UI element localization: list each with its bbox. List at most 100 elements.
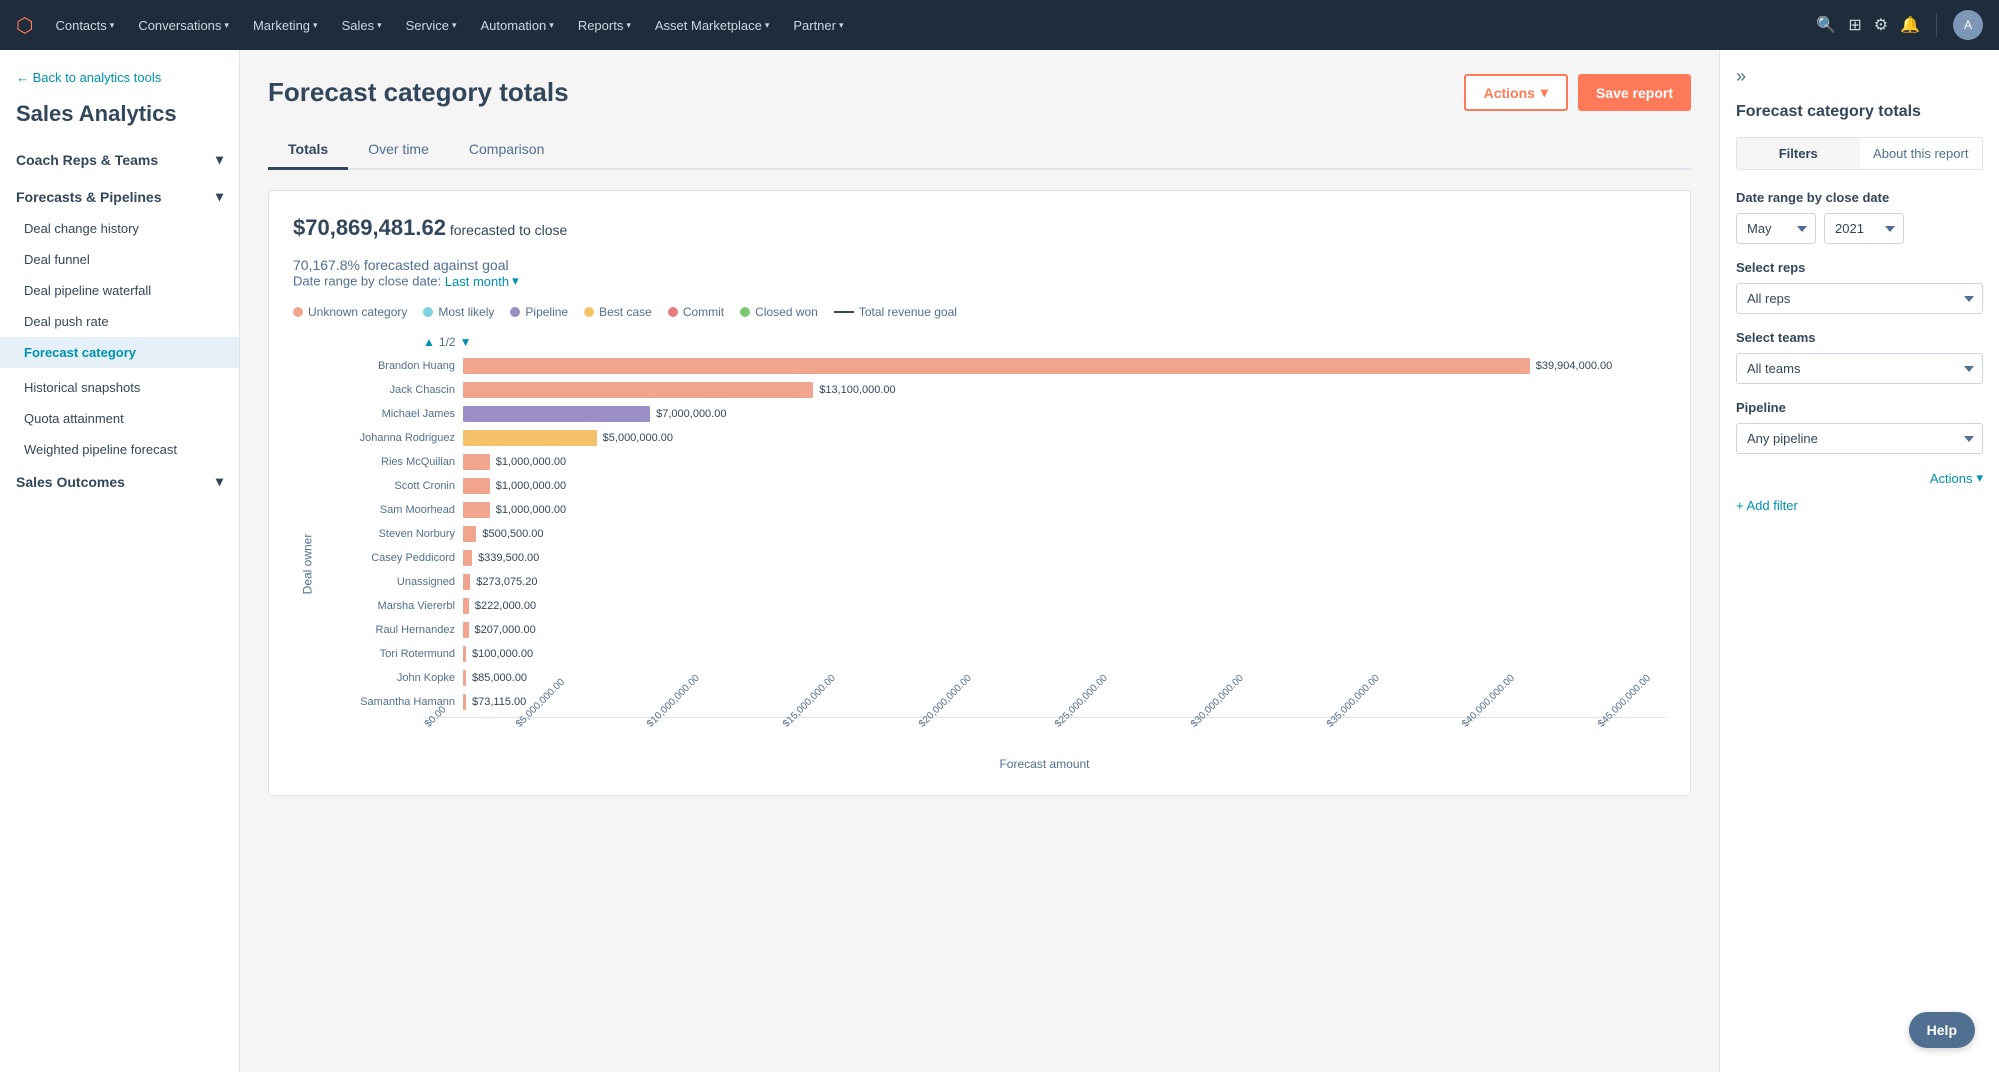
legend-most-likely: Most likely — [423, 305, 494, 319]
legend-unknown-label: Unknown category — [308, 305, 407, 319]
filter-reps-select[interactable]: All reps — [1736, 283, 1983, 314]
forecast-label: forecasted to close — [450, 222, 568, 238]
bar-label: Ries McQuillan — [333, 456, 463, 468]
nav-service[interactable]: Service ▾ — [396, 12, 467, 39]
sidebar-section-outcomes: Sales Outcomes ▾ — [0, 465, 239, 498]
panel-tab-filters[interactable]: Filters — [1737, 138, 1860, 169]
sidebar-item-weighted-pipeline[interactable]: Weighted pipeline forecast — [0, 434, 239, 465]
nav-partner[interactable]: Partner ▾ — [783, 12, 853, 39]
nav-reports[interactable]: Reports ▾ — [568, 12, 641, 39]
right-panel: » Forecast category totals Filters About… — [1719, 50, 1999, 1072]
bar-value: $100,000.00 — [472, 648, 533, 660]
nav-marketplace[interactable]: Asset Marketplace ▾ — [645, 12, 779, 39]
bar-area: $339,500.00 — [463, 549, 1666, 567]
nav-contacts[interactable]: Contacts ▾ — [45, 12, 124, 39]
chart-y-label: Deal owner — [300, 534, 314, 595]
x-tick: $35,000,000.00 — [1325, 722, 1395, 733]
tab-over-time[interactable]: Over time — [348, 131, 449, 170]
sidebar-item-deal-pipeline-waterfall[interactable]: Deal pipeline waterfall — [0, 275, 239, 306]
bar-label: Michael James — [333, 408, 463, 420]
chart-bar-row: Marsha Viererbl$222,000.00 — [333, 597, 1666, 615]
nav-divider — [1936, 13, 1937, 37]
chart-bar-row: Tori Rotermund$100,000.00 — [333, 645, 1666, 663]
chart-bar-row: Sam Moorhead$1,000,000.00 — [333, 501, 1666, 519]
sidebar-item-deal-funnel[interactable]: Deal funnel — [0, 244, 239, 275]
grid-icon[interactable]: ⊞ — [1848, 15, 1861, 35]
legend-most-likely-label: Most likely — [438, 305, 494, 319]
bar-label: Casey Peddicord — [333, 552, 463, 564]
nav-marketing[interactable]: Marketing ▾ — [243, 12, 328, 39]
chart-bar-row: Ries McQuillan $1,000,000.00 — [333, 453, 1666, 471]
actions-button[interactable]: Actions ▾ — [1464, 74, 1568, 111]
forecasts-section-label: Forecasts & Pipelines — [16, 189, 162, 205]
legend-best-case-dot — [584, 307, 594, 317]
filter-pipeline-select[interactable]: Any pipeline — [1736, 423, 1983, 454]
bar-area: $85,000.00 — [463, 669, 1666, 687]
report-tabs: Totals Over time Comparison — [268, 131, 1691, 170]
nav-sales[interactable]: Sales ▾ — [332, 12, 392, 39]
sidebar-item-deal-push-rate[interactable]: Deal push rate — [0, 306, 239, 337]
sidebar-section-coach-header[interactable]: Coach Reps & Teams ▾ — [0, 143, 239, 176]
bar-fill — [463, 670, 466, 686]
legend-unknown-dot — [293, 307, 303, 317]
filter-teams-select[interactable]: All teams — [1736, 353, 1983, 384]
x-tick: $5,000,000.00 — [514, 722, 578, 733]
filter-year-select[interactable]: 2021202020222023 — [1824, 213, 1904, 244]
user-avatar[interactable]: A — [1953, 10, 1983, 40]
filter-pipeline-label: Pipeline — [1736, 400, 1983, 415]
legend-total-revenue-label: Total revenue goal — [859, 305, 957, 319]
tab-totals[interactable]: Totals — [268, 131, 348, 170]
legend-closed-won: Closed won — [740, 305, 818, 319]
nav-automation[interactable]: Automation ▾ — [471, 12, 564, 39]
date-range-value: Last month — [445, 274, 509, 289]
filter-month-select[interactable]: May JanuaryFebruaryMarch AprilJuneJuly A… — [1736, 213, 1816, 244]
pagination-up[interactable]: ▲ — [423, 335, 435, 349]
chart-legend: Unknown category Most likely Pipeline Be… — [293, 305, 1666, 319]
panel-actions-row: Actions ▾ — [1736, 470, 1983, 486]
bell-icon[interactable]: 🔔 — [1900, 15, 1920, 35]
nav-conversations[interactable]: Conversations ▾ — [128, 12, 239, 39]
x-tick: $30,000,000.00 — [1189, 722, 1259, 733]
top-navigation: ⬡ Contacts ▾ Conversations ▾ Marketing ▾… — [0, 0, 1999, 50]
back-to-analytics-link[interactable]: ← Back to analytics tools — [16, 70, 223, 85]
search-icon[interactable]: 🔍 — [1816, 15, 1836, 35]
bar-value: $1,000,000.00 — [496, 456, 566, 468]
sidebar-item-forecast-category[interactable]: Forecast category — [0, 337, 239, 368]
bar-label: Unassigned — [333, 576, 463, 588]
filter-date-row: May JanuaryFebruaryMarch AprilJuneJuly A… — [1736, 213, 1983, 244]
legend-total-revenue-line — [834, 311, 854, 313]
bar-value: $1,000,000.00 — [496, 504, 566, 516]
hubspot-logo[interactable]: ⬡ — [16, 13, 33, 38]
legend-total-revenue: Total revenue goal — [834, 305, 957, 319]
panel-tab-about[interactable]: About this report — [1860, 138, 1983, 169]
forecasts-section-chevron: ▾ — [216, 188, 223, 205]
filter-date-range-label: Date range by close date — [1736, 190, 1983, 205]
bar-value: $13,100,000.00 — [819, 384, 895, 396]
chart-bar-row: Johanna Rodriguez$5,000,000.00 — [333, 429, 1666, 447]
add-filter-button[interactable]: + Add filter — [1736, 498, 1983, 513]
date-range-link[interactable]: Last month ▾ — [445, 273, 519, 289]
save-report-button[interactable]: Save report — [1578, 74, 1691, 111]
tab-comparison[interactable]: Comparison — [449, 131, 564, 170]
bar-fill — [463, 454, 490, 470]
bar-area: $1,000,000.00 — [463, 477, 1666, 495]
panel-actions-link[interactable]: Actions ▾ — [1930, 470, 1983, 486]
bar-value: $207,000.00 — [475, 624, 536, 636]
help-button[interactable]: Help — [1909, 1012, 1975, 1048]
bar-label: Johanna Rodriguez — [333, 432, 463, 444]
right-panel-title: Forecast category totals — [1736, 103, 1983, 121]
bar-area: $39,904,000.00 — [463, 357, 1666, 375]
legend-best-case: Best case — [584, 305, 652, 319]
sidebar-section-outcomes-header[interactable]: Sales Outcomes ▾ — [0, 465, 239, 498]
chart-bar-row: John Kopke$85,000.00 — [333, 669, 1666, 687]
settings-icon[interactable]: ⚙ — [1874, 15, 1888, 35]
sidebar-section-forecasts-header[interactable]: Forecasts & Pipelines ▾ — [0, 180, 239, 213]
bar-value: $339,500.00 — [478, 552, 539, 564]
pagination-down[interactable]: ▼ — [460, 335, 472, 349]
collapse-panel-button[interactable]: » — [1736, 66, 1983, 87]
bar-value: $1,000,000.00 — [496, 480, 566, 492]
chart-bar-row: Scott Cronin$1,000,000.00 — [333, 477, 1666, 495]
sidebar-item-quota-attainment[interactable]: Quota attainment — [0, 403, 239, 434]
sidebar-item-deal-change-history[interactable]: Deal change history — [0, 213, 239, 244]
sidebar-item-historical-snapshots[interactable]: Historical snapshots — [0, 372, 239, 403]
